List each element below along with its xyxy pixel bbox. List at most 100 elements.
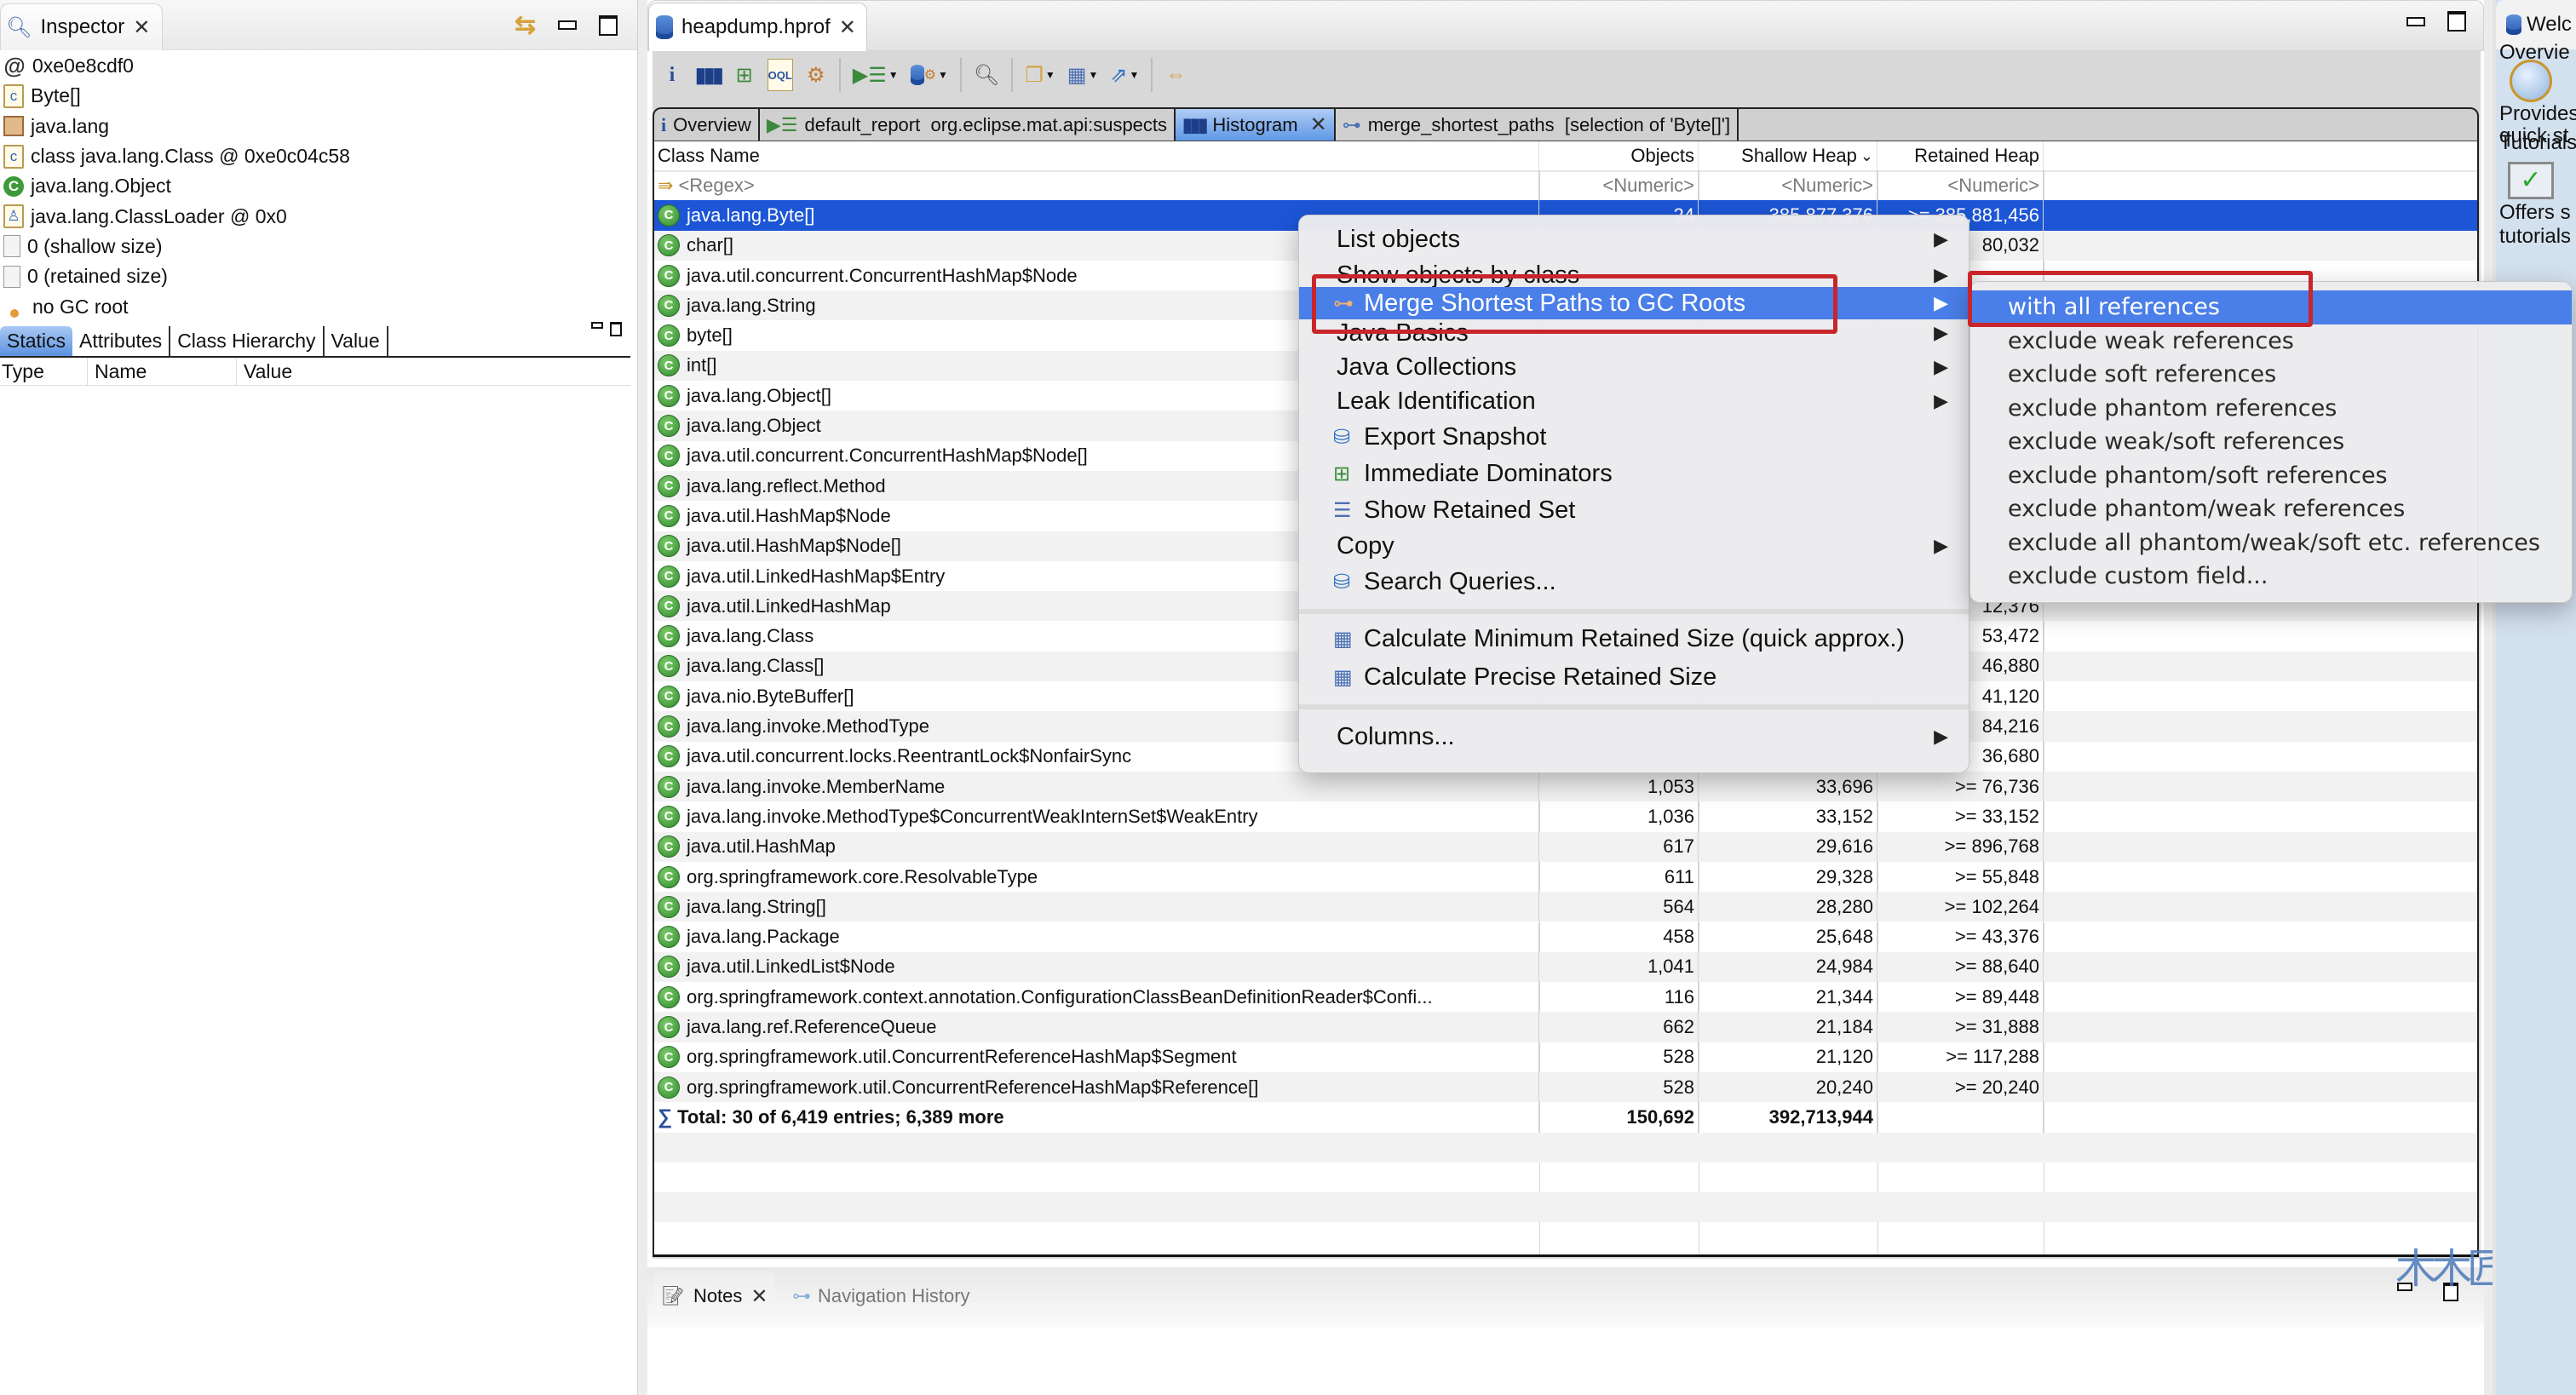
table-row[interactable]: Corg.springframework.util.ConcurrentRefe… [654,1042,2477,1072]
inspector-item-class-object[interactable]: c class java.lang.Class @ 0xe0c04c58 [0,141,630,171]
tab-statics[interactable]: Statics [0,326,73,356]
inspector-item-package[interactable]: java.lang [0,112,630,141]
column-class-name[interactable]: Class Name [654,141,1539,170]
minimize-icon[interactable] [2406,16,2425,26]
minimize-icon[interactable] [558,20,578,30]
inspector-item-class[interactable]: c Byte[] [0,81,630,111]
column-name[interactable]: Name [88,358,237,385]
run-report-icon[interactable]: ▶☰ ▼ [853,60,899,90]
submenu-item-exclude-soft[interactable]: exclude soft references [1970,358,2572,392]
total-row: ∑ Total: 30 of 6,419 entries; 6,389 more 1… [654,1102,2477,1133]
dominator-tree-icon[interactable]: ⊞ [733,60,756,90]
submenu-item-exclude-phantom-soft[interactable]: exclude phantom/soft references [1970,459,2572,493]
submenu-item-exclude-weak[interactable]: exclude weak references [1970,324,2572,359]
class-name: java.nio.ByteBuffer[] [687,685,854,707]
submenu-item-exclude-weak-soft[interactable]: exclude weak/soft references [1970,425,2572,459]
thread-overview-icon[interactable]: ⚙ [805,60,827,90]
table-row[interactable]: Cjava.lang.Package 458 25,648 >= 43,376 [654,921,2477,952]
maximize-icon[interactable] [2447,11,2466,32]
inspector-item-superclass[interactable]: Cjava.lang.Object [0,171,630,201]
welcome-tutorials-link[interactable]: Tutorials [2499,131,2576,155]
menu-item-leak-identification[interactable]: Leak Identification ▶ [1299,384,1969,418]
notes-icon: 📝︎ [661,1285,685,1306]
inspector-icon: 🔍︎ [6,15,32,39]
tab-navigation-history[interactable]: ⊶ Navigation History [792,1271,970,1322]
inspector-item-text: java.lang.ClassLoader @ 0x0 [31,204,287,227]
overview-icon[interactable]: i [661,60,683,90]
total-retained-heap [1877,1102,2044,1133]
inspector-item-address[interactable]: @0xe0e8cdf0 [0,51,630,81]
submenu-item-exclude-phantom-weak[interactable]: exclude phantom/weak references [1970,492,2572,526]
sum-icon: ∑ [658,1105,673,1128]
tab-class-hierarchy[interactable]: Class Hierarchy [170,326,325,356]
inspector-item-classloader[interactable]: ♙ java.lang.ClassLoader @ 0x0 [0,201,630,231]
inspector-tab[interactable]: 🔍︎ Inspector ✕ [0,3,164,50]
maximize-icon[interactable] [610,322,622,336]
menu-item-calc-min-retained[interactable]: ▦ Calculate Minimum Retained Size (quick … [1299,622,1969,656]
menu-item-java-collections[interactable]: Java Collections ▶ [1299,350,1969,384]
tab-attributes[interactable]: Attributes [72,326,171,356]
column-type[interactable]: Type [0,358,88,385]
table-row[interactable]: Corg.springframework.util.ConcurrentRefe… [654,1072,2477,1103]
maximize-icon[interactable] [599,14,618,36]
group-by-icon[interactable]: ❐ ▼ [1025,60,1055,90]
minimize-icon[interactable] [591,322,603,329]
tab-overview[interactable]: i Overview [654,109,760,141]
oql-icon[interactable]: OQL [767,59,793,91]
column-objects[interactable]: Objects [1539,141,1699,170]
menu-item-label: Java Collections [1337,353,1517,381]
notes-panel-tabbar: 📝︎ Notes ✕ ⊶ Navigation History [647,1267,2484,1327]
column-shallow-heap[interactable]: Shallow Heap ⌄ [1699,141,1877,170]
table-row[interactable]: Cjava.lang.invoke.MemberName 1,053 33,696 >… [654,772,2477,802]
regex-filter-icon: ⇛ [658,174,674,196]
close-icon[interactable]: ✕ [133,15,150,40]
objects-filter-input[interactable]: <Numeric> [1539,170,1699,201]
submenu-item-exclude-custom-field[interactable]: exclude custom field... [1970,560,2572,594]
link-with-editor-icon[interactable]: ⇆ [515,10,536,40]
class-icon: C [658,625,680,648]
export-icon[interactable]: ⇗ ▼ [1110,60,1139,90]
menu-item-copy[interactable]: Copy ▶ [1299,529,1969,563]
shallow-heap-filter-input[interactable]: <Numeric> [1699,170,1877,201]
close-icon[interactable]: ✕ [1310,112,1327,137]
menu-item-columns[interactable]: Columns... ▶ [1299,720,1969,754]
menu-item-list-objects[interactable]: List objects ▶ [1299,222,1969,256]
compare-icon[interactable]: ⇔ [1164,60,1187,90]
tab-label: Navigation History [818,1285,970,1306]
tab-default-report[interactable]: ▶☰ default_report org.eclipse.mat.api:sus… [760,109,1176,141]
table-row[interactable]: Cjava.lang.ref.ReferenceQueue 662 21,184 >=… [654,1012,2477,1042]
menu-item-export-snapshot[interactable]: ⛁ Export Snapshot [1299,420,1969,454]
menu-separator [1299,609,1969,614]
retained-heap-filter-input[interactable]: <Numeric> [1877,170,2044,201]
submenu-item-exclude-phantom[interactable]: exclude phantom references [1970,392,2572,426]
menu-item-calc-precise-retained[interactable]: ▦ Calculate Precise Retained Size [1299,660,1969,694]
calculate-retained-icon[interactable]: ▦ ▼ [1067,60,1099,90]
table-row[interactable]: Cjava.util.LinkedList$Node 1,041 24,984 >= … [654,951,2477,983]
table-row[interactable]: Cjava.util.HashMap 617 29,616 >= 896,768 [654,831,2477,862]
tab-notes[interactable]: 📝︎ Notes ✕ [654,1271,775,1322]
submenu-item-exclude-all-phantom-weak-soft[interactable]: exclude all phantom/weak/soft etc. refer… [1970,526,2572,560]
close-icon[interactable]: ✕ [839,15,856,40]
menu-item-show-retained-set[interactable]: ☰ Show Retained Set [1299,493,1969,527]
menu-item-search-queries[interactable]: ⛁ Search Queries... [1299,565,1969,599]
column-retained-heap[interactable]: Retained Heap [1877,141,2044,170]
histogram-icon[interactable]: ▮▮▮ [695,60,724,90]
table-row[interactable]: Corg.springframework.core.ResolvableType… [654,861,2477,893]
class-icon: C [658,1016,680,1039]
query-browser-icon[interactable]: ⚙ ▼ [910,60,948,90]
table-row[interactable]: Cjava.lang.String[] 564 28,280 >= 102,264 [654,892,2477,922]
tab-histogram[interactable]: ▮▮▮ Histogram ✕ [1176,109,1336,141]
heapdump-tab[interactable]: heapdump.hprof ✕ [648,3,867,51]
notes-text-area[interactable] [647,1327,2484,1395]
column-value[interactable]: Value [237,358,630,385]
tab-value[interactable]: Value [325,326,388,356]
table-row[interactable]: Cjava.lang.invoke.MethodType$ConcurrentW… [654,801,2477,832]
class-name: java.lang.String[] [687,895,826,917]
tab-merge-shortest-paths[interactable]: ⊶ merge_shortest_paths [selection of 'Byt… [1336,109,1739,141]
menu-item-immediate-dominators[interactable]: ⊞ Immediate Dominators [1299,456,1969,491]
class-name-filter-input[interactable]: ⇛ <Regex> [654,170,1539,201]
close-icon[interactable]: ✕ [750,1284,768,1309]
inspector-item-gc-root: no GC root [0,291,630,321]
table-row[interactable]: Corg.springframework.context.annotation.… [654,982,2477,1013]
find-object-icon[interactable]: 🔍︎ [974,60,999,90]
